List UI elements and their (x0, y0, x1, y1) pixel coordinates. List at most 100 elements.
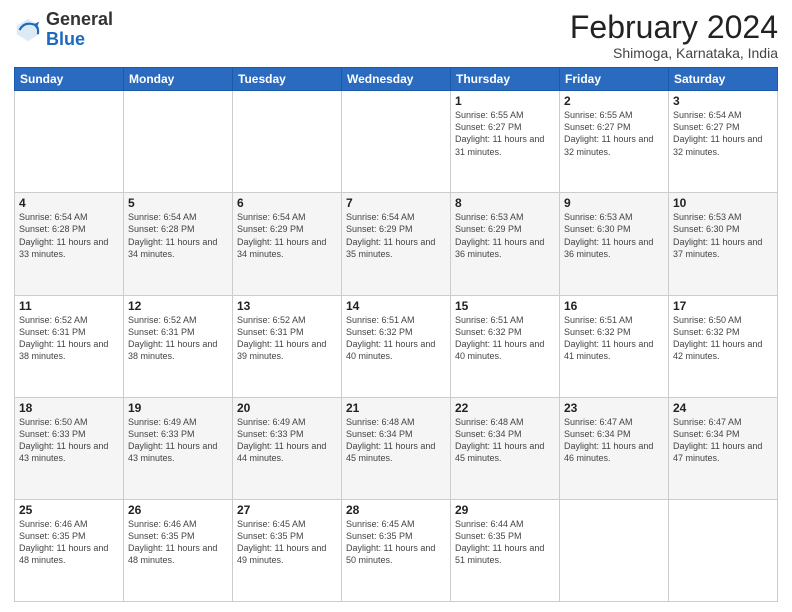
calendar-week-2: 11 Sunrise: 6:52 AM Sunset: 6:31 PM Dayli… (15, 295, 778, 397)
calendar-week-0: 1Sunrise: 6:55 AM Sunset: 6:27 PM Daylig… (15, 91, 778, 193)
day-info: Sunrise: 6:45 AM Sunset: 6:35 PM Dayligh… (237, 518, 337, 567)
page: General Blue February 2024 Shimoga, Karn… (0, 0, 792, 612)
weekday-header-friday: Friday (560, 68, 669, 91)
day-info: Sunrise: 6:54 AM Sunset: 6:27 PM Dayligh… (673, 109, 773, 158)
day-number: 11 (19, 299, 119, 313)
day-number: 6 (237, 196, 337, 210)
day-number: 4 (19, 196, 119, 210)
calendar-cell: 18Sunrise: 6:50 AM Sunset: 6:33 PM Dayli… (15, 397, 124, 499)
day-info: Sunrise: 6:51 AM Sunset: 6:32 PM Dayligh… (346, 314, 446, 363)
calendar-cell: 4Sunrise: 6:54 AM Sunset: 6:28 PM Daylig… (15, 193, 124, 295)
day-info: Sunrise: 6:52 AM Sunset: 6:31 PM Dayligh… (128, 314, 228, 363)
weekday-row: SundayMondayTuesdayWednesdayThursdayFrid… (15, 68, 778, 91)
calendar-cell: 26Sunrise: 6:46 AM Sunset: 6:35 PM Dayli… (124, 499, 233, 601)
day-info: Sunrise: 6:50 AM Sunset: 6:33 PM Dayligh… (19, 416, 119, 465)
day-info: Sunrise: 6:47 AM Sunset: 6:34 PM Dayligh… (673, 416, 773, 465)
weekday-header-saturday: Saturday (669, 68, 778, 91)
day-info: Sunrise: 6:51 AM Sunset: 6:32 PM Dayligh… (455, 314, 555, 363)
day-info: Sunrise: 6:54 AM Sunset: 6:29 PM Dayligh… (237, 211, 337, 260)
calendar-body: 1Sunrise: 6:55 AM Sunset: 6:27 PM Daylig… (15, 91, 778, 602)
day-info: Sunrise: 6:55 AM Sunset: 6:27 PM Dayligh… (455, 109, 555, 158)
calendar-cell (669, 499, 778, 601)
day-number: 20 (237, 401, 337, 415)
day-info: Sunrise: 6:48 AM Sunset: 6:34 PM Dayligh… (455, 416, 555, 465)
header: General Blue February 2024 Shimoga, Karn… (14, 10, 778, 61)
day-number: 22 (455, 401, 555, 415)
day-number: 2 (564, 94, 664, 108)
calendar-header: SundayMondayTuesdayWednesdayThursdayFrid… (15, 68, 778, 91)
calendar-cell: 22Sunrise: 6:48 AM Sunset: 6:34 PM Dayli… (451, 397, 560, 499)
calendar-cell: 3Sunrise: 6:54 AM Sunset: 6:27 PM Daylig… (669, 91, 778, 193)
day-number: 1 (455, 94, 555, 108)
day-number: 18 (19, 401, 119, 415)
calendar-cell: 13Sunrise: 6:52 AM Sunset: 6:31 PM Dayli… (233, 295, 342, 397)
calendar-cell (342, 91, 451, 193)
day-number: 28 (346, 503, 446, 517)
calendar-cell: 7Sunrise: 6:54 AM Sunset: 6:29 PM Daylig… (342, 193, 451, 295)
day-info: Sunrise: 6:48 AM Sunset: 6:34 PM Dayligh… (346, 416, 446, 465)
day-info: Sunrise: 6:54 AM Sunset: 6:28 PM Dayligh… (128, 211, 228, 260)
day-number: 23 (564, 401, 664, 415)
month-title: February 2024 (570, 10, 778, 45)
calendar-cell: 8Sunrise: 6:53 AM Sunset: 6:29 PM Daylig… (451, 193, 560, 295)
logo-text: General Blue (46, 10, 113, 50)
weekday-header-wednesday: Wednesday (342, 68, 451, 91)
location-subtitle: Shimoga, Karnataka, India (570, 45, 778, 61)
day-info: Sunrise: 6:54 AM Sunset: 6:29 PM Dayligh… (346, 211, 446, 260)
day-info: Sunrise: 6:47 AM Sunset: 6:34 PM Dayligh… (564, 416, 664, 465)
day-number: 27 (237, 503, 337, 517)
calendar-cell: 21Sunrise: 6:48 AM Sunset: 6:34 PM Dayli… (342, 397, 451, 499)
calendar-cell: 29Sunrise: 6:44 AM Sunset: 6:35 PM Dayli… (451, 499, 560, 601)
calendar-cell: 24Sunrise: 6:47 AM Sunset: 6:34 PM Dayli… (669, 397, 778, 499)
calendar-cell (15, 91, 124, 193)
day-info: Sunrise: 6:53 AM Sunset: 6:30 PM Dayligh… (673, 211, 773, 260)
day-number: 21 (346, 401, 446, 415)
calendar-cell: 28Sunrise: 6:45 AM Sunset: 6:35 PM Dayli… (342, 499, 451, 601)
weekday-header-thursday: Thursday (451, 68, 560, 91)
day-number: 29 (455, 503, 555, 517)
day-number: 8 (455, 196, 555, 210)
weekday-header-tuesday: Tuesday (233, 68, 342, 91)
day-number: 14 (346, 299, 446, 313)
day-info: Sunrise: 6:49 AM Sunset: 6:33 PM Dayligh… (128, 416, 228, 465)
day-number: 26 (128, 503, 228, 517)
day-info: Sunrise: 6:44 AM Sunset: 6:35 PM Dayligh… (455, 518, 555, 567)
day-number: 13 (237, 299, 337, 313)
day-number: 25 (19, 503, 119, 517)
day-info: Sunrise: 6:53 AM Sunset: 6:29 PM Dayligh… (455, 211, 555, 260)
weekday-header-sunday: Sunday (15, 68, 124, 91)
calendar-cell (124, 91, 233, 193)
day-info: Sunrise: 6:49 AM Sunset: 6:33 PM Dayligh… (237, 416, 337, 465)
day-info: Sunrise: 6:54 AM Sunset: 6:28 PM Dayligh… (19, 211, 119, 260)
day-number: 17 (673, 299, 773, 313)
calendar-cell: 6Sunrise: 6:54 AM Sunset: 6:29 PM Daylig… (233, 193, 342, 295)
title-area: February 2024 Shimoga, Karnataka, India (570, 10, 778, 61)
calendar-cell: 19Sunrise: 6:49 AM Sunset: 6:33 PM Dayli… (124, 397, 233, 499)
calendar-cell: 15Sunrise: 6:51 AM Sunset: 6:32 PM Dayli… (451, 295, 560, 397)
day-number: 19 (128, 401, 228, 415)
calendar-cell: 1Sunrise: 6:55 AM Sunset: 6:27 PM Daylig… (451, 91, 560, 193)
calendar-cell: 14Sunrise: 6:51 AM Sunset: 6:32 PM Dayli… (342, 295, 451, 397)
day-number: 16 (564, 299, 664, 313)
calendar-cell: 16Sunrise: 6:51 AM Sunset: 6:32 PM Dayli… (560, 295, 669, 397)
day-info: Sunrise: 6:55 AM Sunset: 6:27 PM Dayligh… (564, 109, 664, 158)
day-info: Sunrise: 6:46 AM Sunset: 6:35 PM Dayligh… (128, 518, 228, 567)
calendar-cell: 9Sunrise: 6:53 AM Sunset: 6:30 PM Daylig… (560, 193, 669, 295)
day-number: 7 (346, 196, 446, 210)
calendar-cell: 17Sunrise: 6:50 AM Sunset: 6:32 PM Dayli… (669, 295, 778, 397)
logo: General Blue (14, 10, 113, 50)
calendar-cell (560, 499, 669, 601)
calendar-table: SundayMondayTuesdayWednesdayThursdayFrid… (14, 67, 778, 602)
day-info: Sunrise: 6:50 AM Sunset: 6:32 PM Dayligh… (673, 314, 773, 363)
calendar-cell: 23Sunrise: 6:47 AM Sunset: 6:34 PM Dayli… (560, 397, 669, 499)
day-info: Sunrise: 6:46 AM Sunset: 6:35 PM Dayligh… (19, 518, 119, 567)
calendar-cell: 2Sunrise: 6:55 AM Sunset: 6:27 PM Daylig… (560, 91, 669, 193)
day-number: 15 (455, 299, 555, 313)
calendar-cell: 12Sunrise: 6:52 AM Sunset: 6:31 PM Dayli… (124, 295, 233, 397)
day-number: 12 (128, 299, 228, 313)
calendar-cell (233, 91, 342, 193)
calendar-cell: 20Sunrise: 6:49 AM Sunset: 6:33 PM Dayli… (233, 397, 342, 499)
day-info: Sunrise: 6:53 AM Sunset: 6:30 PM Dayligh… (564, 211, 664, 260)
calendar-cell: 27Sunrise: 6:45 AM Sunset: 6:35 PM Dayli… (233, 499, 342, 601)
calendar-cell: 25Sunrise: 6:46 AM Sunset: 6:35 PM Dayli… (15, 499, 124, 601)
